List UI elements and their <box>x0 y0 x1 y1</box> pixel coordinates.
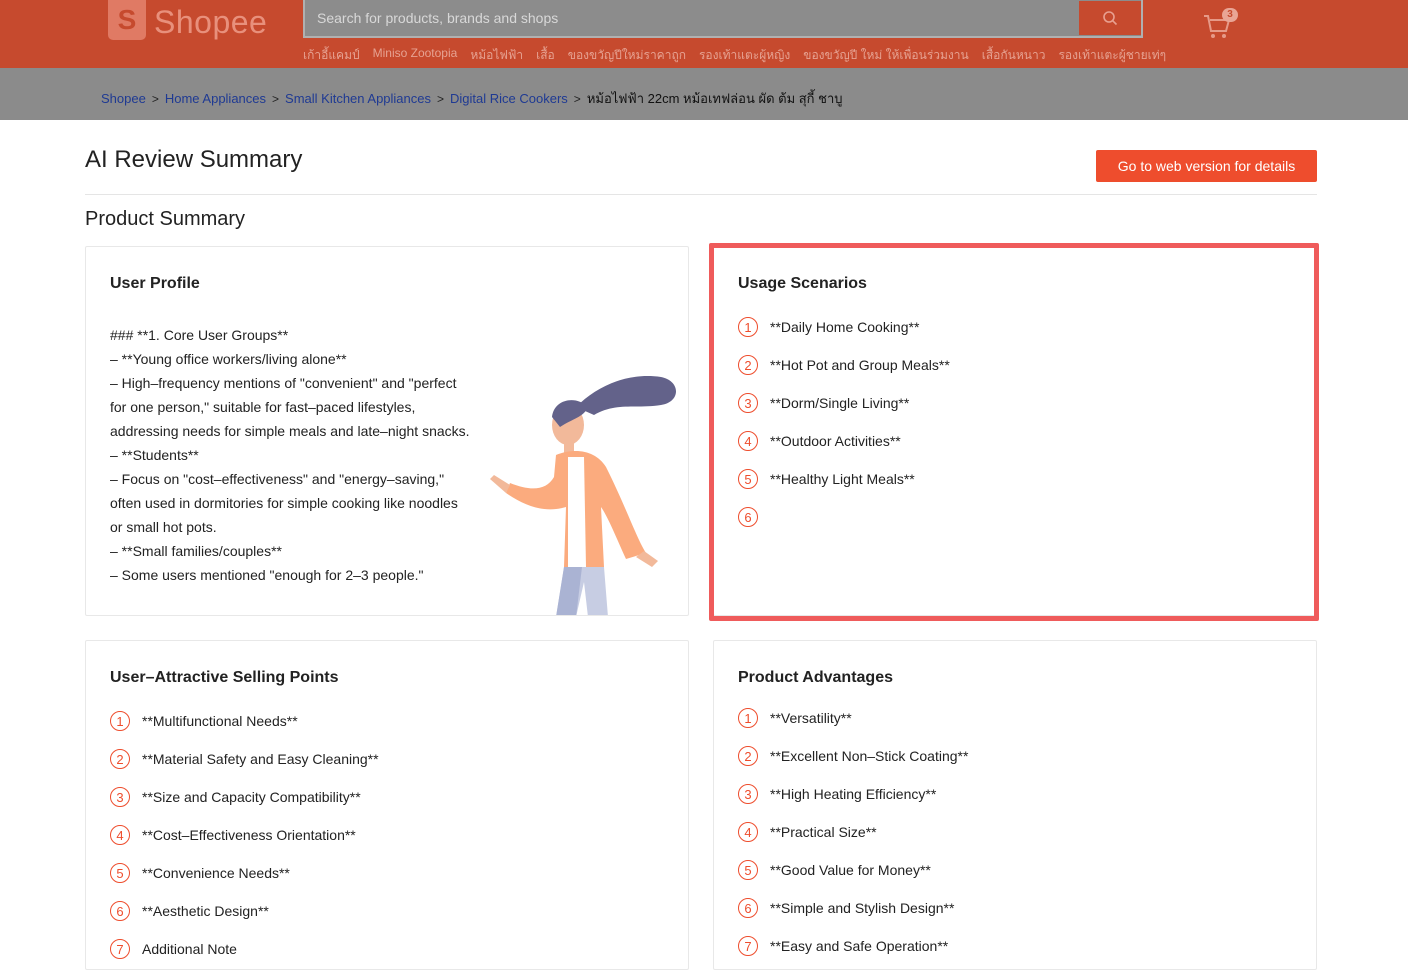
number-badge: 6 <box>110 901 130 921</box>
shopping-bag-icon: S <box>108 0 146 40</box>
list-item: 1 **Multifunctional Needs** <box>110 702 379 740</box>
suggestion-link[interactable]: เสื้อกันหนาว <box>982 46 1046 65</box>
woman-illustration <box>490 376 676 615</box>
number-badge: 7 <box>738 936 758 956</box>
number-badge: 4 <box>738 822 758 842</box>
profile-line: – Focus on "cost–effectiveness" and "ene… <box>110 471 458 535</box>
list-item: 2 **Material Safety and Easy Cleaning** <box>110 740 379 778</box>
breadcrumb-link-small-kitchen[interactable]: Small Kitchen Appliances <box>285 91 431 106</box>
suggestion-link[interactable]: หม้อไฟฟ้า <box>470 46 523 65</box>
product-advantages-card: Product Advantages 1 **Versatility** 2 **E… <box>713 640 1317 970</box>
profile-line: – **Small families/couples** <box>110 543 282 559</box>
list-item: 4 **Cost–Effectiveness Orientation** <box>110 816 379 854</box>
suggestion-link[interactable]: รองเท้าแตะผู้หญิง <box>699 46 790 65</box>
search-icon <box>1103 11 1118 26</box>
number-badge: 1 <box>738 708 758 728</box>
chevron-right-icon: > <box>437 91 445 106</box>
chevron-right-icon: > <box>151 91 159 106</box>
breadcrumb: Shopee > Home Appliances > Small Kitchen… <box>101 88 843 109</box>
list-item: 3 **Size and Capacity Compatibility** <box>110 778 379 816</box>
number-badge: 3 <box>738 784 758 804</box>
user-profile-text: ### **1. Core User Groups** – **Young of… <box>110 323 472 587</box>
suggestion-link[interactable]: รองเท้าแตะผู้ชายเท่ๆ <box>1058 46 1166 65</box>
card-title: Product Advantages <box>738 669 893 686</box>
search-suggestions: เก้าอี้แคมป์ Miniso Zootopia หม้อไฟฟ้า เ… <box>303 46 1166 65</box>
page-title: AI Review Summary <box>85 146 303 173</box>
user-profile-card: User Profile ### **1. Core User Groups**… <box>85 246 689 616</box>
search-button[interactable] <box>1079 1 1141 35</box>
breadcrumb-current: หม้อไฟฟ้า 22cm หม้อเทฟล่อน ผัด ต้ม สุกี้… <box>586 91 843 106</box>
number-badge: 5 <box>738 860 758 880</box>
advantages-list: 1 **Versatility** 2 **Excellent Non–Stick … <box>738 699 968 965</box>
number-badge: 2 <box>110 749 130 769</box>
number-badge: 4 <box>110 825 130 845</box>
web-version-button[interactable]: Go to web version for details <box>1096 150 1317 182</box>
chevron-right-icon: > <box>272 91 280 106</box>
profile-line: ### **1. Core User Groups** <box>110 327 289 343</box>
section-title: Product Summary <box>85 208 246 230</box>
suggestion-link[interactable]: Miniso Zootopia <box>373 46 458 65</box>
chevron-right-icon: > <box>573 91 581 106</box>
profile-line: – High–frequency mentions of "convenient… <box>110 375 470 439</box>
breadcrumb-link-shopee[interactable]: Shopee <box>101 91 146 106</box>
breadcrumb-bar: Shopee > Home Appliances > Small Kitchen… <box>0 68 1408 120</box>
list-item: 1 **Versatility** <box>738 699 968 737</box>
search-bar <box>303 0 1143 38</box>
number-badge: 6 <box>738 898 758 918</box>
list-item: 4 **Practical Size** <box>738 813 968 851</box>
cart-button[interactable]: 3 <box>1202 8 1238 42</box>
profile-line: – **Students** <box>110 447 199 463</box>
breadcrumb-link-home-appliances[interactable]: Home Appliances <box>165 91 266 106</box>
number-badge: 7 <box>110 939 130 959</box>
profile-line: – **Young office workers/living alone** <box>110 351 347 367</box>
number-badge: 1 <box>110 711 130 731</box>
list-item: 2 **Excellent Non–Stick Coating** <box>738 737 968 775</box>
list-item: 3 **High Heating Efficiency** <box>738 775 968 813</box>
list-item: 7 **Easy and Safe Operation** <box>738 927 968 965</box>
top-header: S Shopee 3 เก้าอี้แคมป์ Miniso Zootopia … <box>0 0 1408 68</box>
breadcrumb-link-rice-cookers[interactable]: Digital Rice Cookers <box>450 91 568 106</box>
list-item: 6 **Simple and Stylish Design** <box>738 889 968 927</box>
list-item: 5 **Good Value for Money** <box>738 851 968 889</box>
search-input[interactable] <box>305 0 1079 36</box>
number-badge: 5 <box>110 863 130 883</box>
list-item: 7 Additional Note <box>110 930 379 968</box>
list-item: 6 **Aesthetic Design** <box>110 892 379 930</box>
suggestion-link[interactable]: เก้าอี้แคมป์ <box>303 46 360 65</box>
card-title: User Profile <box>110 275 200 292</box>
suggestion-link[interactable]: ของขวัญปีใหม่ราคาถูก <box>568 46 686 65</box>
number-badge: 3 <box>110 787 130 807</box>
logo-text: Shopee <box>154 3 268 40</box>
cart-count-badge: 3 <box>1222 8 1238 22</box>
profile-line: – Some users mentioned "enough for 2–3 p… <box>110 567 424 583</box>
suggestion-link[interactable]: ของขวัญปี ใหม่ ให้เพื่อนร่วมงาน <box>803 46 969 65</box>
list-item: 5 **Convenience Needs** <box>110 854 379 892</box>
number-badge: 2 <box>738 746 758 766</box>
selling-points-list: 1 **Multifunctional Needs** 2 **Material S… <box>110 702 379 968</box>
highlight-box <box>709 243 1319 621</box>
suggestion-link[interactable]: เสื้อ <box>536 46 555 65</box>
card-title: User–Attractive Selling Points <box>110 669 339 686</box>
shopee-logo[interactable]: S Shopee <box>108 0 267 44</box>
selling-points-card: User–Attractive Selling Points 1 **Multif… <box>85 640 689 970</box>
divider <box>85 194 1317 195</box>
